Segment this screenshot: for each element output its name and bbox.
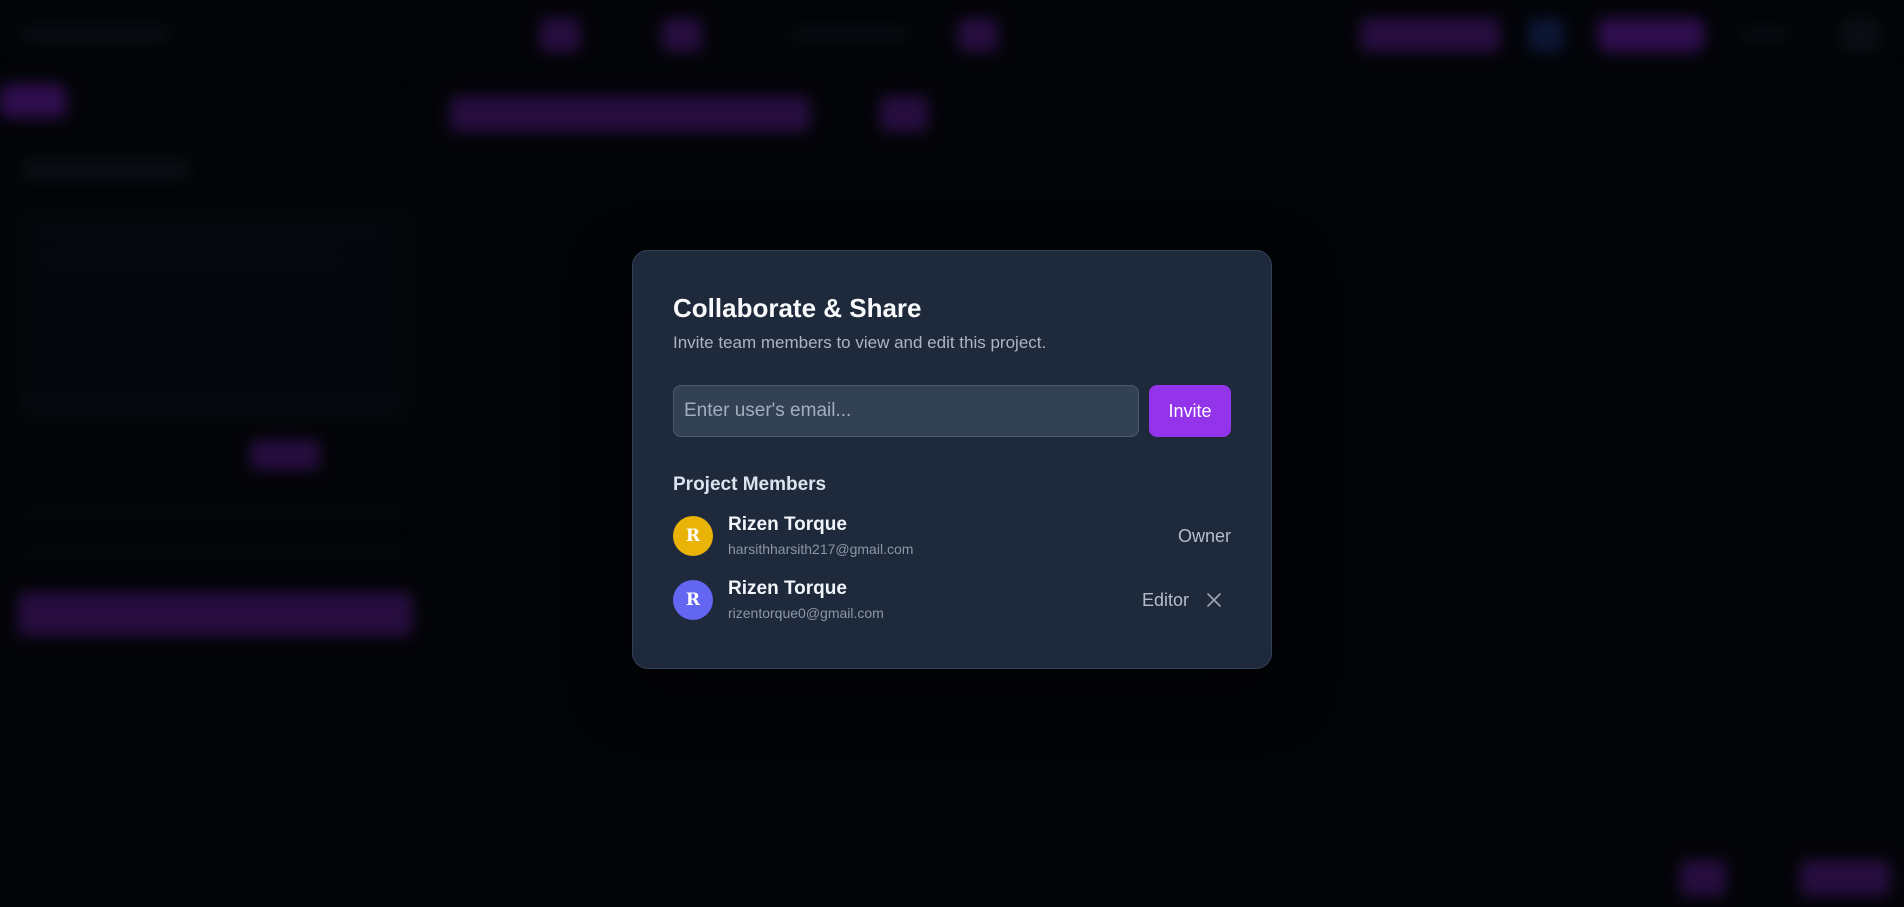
member-role: Owner bbox=[1177, 525, 1231, 546]
member-email: rizentorque0@gmail.com bbox=[728, 605, 884, 621]
avatar: R bbox=[673, 580, 713, 620]
remove-member-button[interactable] bbox=[1203, 589, 1225, 611]
member-row: R Rizen Torque harsithharsith217@gmail.c… bbox=[673, 509, 1231, 563]
invite-form: Invite bbox=[673, 385, 1231, 437]
member-row: R Rizen Torque rizentorque0@gmail.com Ed… bbox=[673, 573, 1231, 627]
avatar: R bbox=[673, 516, 713, 556]
member-role: Editor bbox=[1141, 589, 1189, 610]
members-list: R Rizen Torque harsithharsith217@gmail.c… bbox=[673, 509, 1231, 627]
member-info: Rizen Torque harsithharsith217@gmail.com bbox=[728, 513, 1178, 559]
email-input[interactable] bbox=[673, 385, 1139, 437]
collaborate-share-dialog: Collaborate & Share Invite team members … bbox=[632, 250, 1272, 669]
member-email: harsithharsith217@gmail.com bbox=[728, 541, 914, 557]
dialog-subtitle: Invite team members to view and edit thi… bbox=[673, 333, 1047, 352]
member-name: Rizen Torque bbox=[728, 578, 847, 599]
close-icon bbox=[1207, 593, 1221, 607]
dialog-title: Collaborate & Share bbox=[673, 293, 922, 323]
members-heading: Project Members bbox=[673, 474, 827, 495]
invite-button[interactable]: Invite bbox=[1149, 385, 1231, 437]
member-info: Rizen Torque rizentorque0@gmail.com bbox=[728, 577, 1142, 623]
member-name: Rizen Torque bbox=[728, 514, 847, 535]
